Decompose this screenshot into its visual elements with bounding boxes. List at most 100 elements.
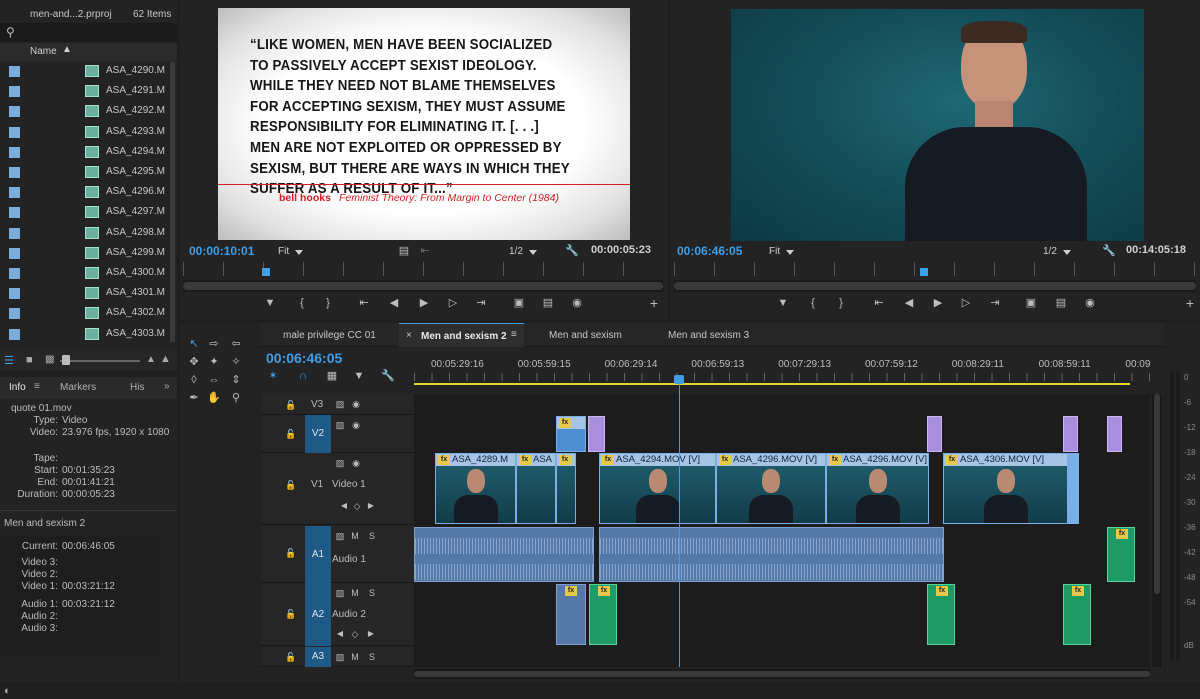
- overwrite-icon[interactable]: ▤: [540, 296, 556, 310]
- snap-icon[interactable]: ∩: [295, 369, 311, 383]
- video-clip[interactable]: ASA_4296.MOV [V] fx: [716, 453, 826, 524]
- audio-clip-green[interactable]: fx: [1063, 584, 1091, 645]
- add-button-icon[interactable]: +: [1182, 296, 1198, 310]
- next-keyframe-icon[interactable]: ▶: [363, 499, 379, 513]
- video-clip-v2-small[interactable]: fx: [556, 416, 586, 452]
- program-zoom-select[interactable]: Fit: [769, 246, 795, 257]
- project-list-item[interactable]: ASA_4291.M: [0, 81, 176, 101]
- audio-clip-green[interactable]: fx: [1107, 527, 1135, 582]
- source-timecode[interactable]: 00:00:10:01: [189, 244, 254, 258]
- step-forward-icon[interactable]: ▷: [958, 296, 974, 310]
- zoom-slider-handle[interactable]: [62, 355, 70, 365]
- program-time-ruler[interactable]: [674, 262, 1196, 276]
- insert-dropdown-icon[interactable]: ⇤: [417, 244, 433, 258]
- camera-icon[interactable]: ◉: [569, 296, 585, 310]
- linked-selection-icon[interactable]: ▦: [324, 369, 340, 383]
- timeline-horizontal-scrollbar[interactable]: [414, 669, 1150, 679]
- add-marker-icon[interactable]: ▼: [775, 296, 791, 310]
- more-tabs-icon[interactable]: »: [164, 381, 170, 392]
- lock-icon[interactable]: 🔓: [283, 478, 299, 492]
- prev-keyframe-icon[interactable]: ◀: [332, 627, 348, 641]
- icon-view-icon[interactable]: ■: [26, 354, 33, 366]
- selection-tool-icon[interactable]: ↖: [186, 337, 202, 351]
- tab-menu-icon[interactable]: ≡: [511, 329, 517, 340]
- step-back-icon[interactable]: ◀: [901, 296, 917, 310]
- audio-clip[interactable]: [599, 527, 944, 582]
- tab-history[interactable]: His: [130, 382, 144, 393]
- go-to-out-icon[interactable]: ⇥: [987, 296, 1003, 310]
- go-to-in-icon[interactable]: ⇤: [356, 296, 372, 310]
- video-clip[interactable]: ASA fx: [516, 453, 556, 524]
- source-time-ruler[interactable]: [183, 262, 663, 276]
- source-playhead[interactable]: [262, 268, 270, 276]
- nest-toggle-icon[interactable]: ✶: [265, 369, 281, 383]
- project-list-item[interactable]: ASA_4294.M: [0, 142, 176, 162]
- close-tab-icon[interactable]: ×: [406, 330, 412, 341]
- name-column-header[interactable]: Name ▲: [0, 43, 177, 61]
- graphic-clip[interactable]: [1107, 416, 1122, 452]
- eye-icon[interactable]: ◉: [348, 397, 364, 411]
- zoom-slider[interactable]: [60, 360, 140, 362]
- audio-clip[interactable]: fx: [556, 584, 586, 645]
- source-scroll-bar[interactable]: [183, 280, 663, 292]
- add-marker-icon[interactable]: ▼: [262, 296, 278, 310]
- mute-icon[interactable]: M: [347, 650, 363, 664]
- project-scrollbar[interactable]: [170, 62, 175, 342]
- eye-icon[interactable]: ◉: [348, 456, 364, 470]
- tab-info[interactable]: Info: [9, 382, 26, 393]
- play-icon[interactable]: ▶: [416, 296, 432, 310]
- track-a1-label[interactable]: A1: [305, 526, 331, 583]
- mark-out-icon[interactable]: }: [320, 296, 336, 310]
- video-clip[interactable]: ASA_4294.MOV [V] fx: [599, 453, 716, 524]
- step-back-icon[interactable]: ◀: [386, 296, 402, 310]
- audio-clip-green[interactable]: fx: [927, 584, 955, 645]
- video-clip[interactable]: ASA_4296.MOV [V] fx: [826, 453, 929, 524]
- project-search-input[interactable]: ⚲: [0, 23, 177, 42]
- solo-icon[interactable]: S: [364, 586, 380, 600]
- film-toggle-icon[interactable]: ▧: [332, 456, 348, 470]
- project-list-item[interactable]: ASA_4303.M: [0, 324, 176, 344]
- tab-markers[interactable]: Markers: [60, 382, 96, 393]
- program-resolution-select[interactable]: 1/2: [1043, 246, 1071, 257]
- graphic-clip[interactable]: [927, 416, 942, 452]
- graphic-clip[interactable]: [588, 416, 605, 452]
- extract-icon[interactable]: ▤: [1053, 296, 1069, 310]
- project-list-item[interactable]: ASA_4301.M: [0, 283, 176, 303]
- lift-icon[interactable]: ▣: [1023, 296, 1039, 310]
- slip-tool-icon[interactable]: ⇔: [206, 373, 222, 387]
- track-v2-label[interactable]: V2: [305, 415, 331, 453]
- project-list-item[interactable]: ASA_4300.M: [0, 263, 176, 283]
- tab-men-and-sexism-3[interactable]: Men and sexism 3: [668, 330, 749, 341]
- list-view-icon[interactable]: ☰: [4, 354, 14, 367]
- eye-icon[interactable]: ◉: [348, 418, 364, 432]
- tab-men-and-sexism-2[interactable]: × Men and sexism 2 ≡: [399, 323, 524, 347]
- timeline-timecode[interactable]: 00:06:46:05: [266, 350, 342, 366]
- project-list-item[interactable]: ASA_4290.M: [0, 61, 176, 81]
- hand-tool-icon[interactable]: ✋: [206, 391, 222, 405]
- work-area-bar[interactable]: [414, 383, 1130, 385]
- camera-icon[interactable]: ◉: [1082, 296, 1098, 310]
- lock-icon[interactable]: 🔓: [283, 546, 299, 560]
- project-list-item[interactable]: ASA_4299.M: [0, 243, 176, 263]
- film-toggle-icon[interactable]: ▧: [332, 418, 348, 432]
- go-to-out-icon[interactable]: ⇥: [473, 296, 489, 310]
- next-keyframe-icon[interactable]: ▶: [363, 627, 379, 641]
- mute-icon[interactable]: M: [347, 529, 363, 543]
- lock-icon[interactable]: 🔓: [283, 607, 299, 621]
- voiceover-icon[interactable]: ▧: [332, 529, 348, 543]
- add-keyframe-icon[interactable]: ◇: [347, 627, 363, 641]
- timeline-playhead-line[interactable]: [679, 383, 680, 667]
- video-clip-end[interactable]: [1068, 453, 1079, 524]
- zoom-tool-icon[interactable]: ⚲: [228, 391, 244, 405]
- play-icon[interactable]: ▶: [930, 296, 946, 310]
- pen-tool-icon[interactable]: ✒: [186, 391, 202, 405]
- ripple-edit-tool-icon[interactable]: ✥: [186, 355, 202, 369]
- slide-tool-icon[interactable]: ⇕: [228, 373, 244, 387]
- rolling-edit-tool-icon[interactable]: ✦: [206, 355, 222, 369]
- graphic-clip[interactable]: [1063, 416, 1078, 452]
- video-clip[interactable]: fx: [556, 453, 576, 524]
- source-zoom-select[interactable]: Fit: [278, 246, 304, 257]
- go-to-in-icon[interactable]: ⇤: [871, 296, 887, 310]
- lock-icon[interactable]: 🔓: [283, 427, 299, 441]
- mark-in-icon[interactable]: {: [805, 296, 821, 310]
